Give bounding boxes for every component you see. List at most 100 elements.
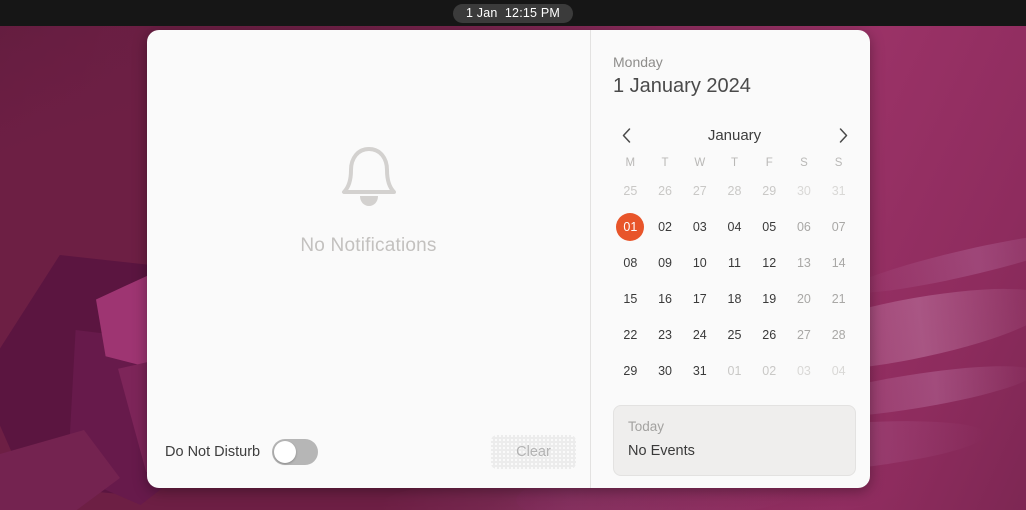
day-label: 19 — [762, 291, 777, 306]
day-cell[interactable]: 03 — [682, 209, 717, 245]
notifications-column: No Notifications Do Not Disturb Clear — [147, 30, 590, 488]
day-cell[interactable]: 15 — [613, 281, 648, 317]
weekday-header: T — [661, 156, 669, 169]
notifications-footer: Do Not Disturb Clear — [147, 416, 590, 488]
day-label: 22 — [623, 327, 638, 342]
day-label: 01 — [727, 363, 742, 378]
weekday-header: M — [625, 156, 636, 169]
day-label: 04 — [727, 219, 742, 234]
day-label: 27 — [796, 327, 811, 342]
day-label: 26 — [658, 183, 673, 198]
day-cell[interactable]: 02 — [648, 209, 683, 245]
calendar-date-label: 1 January 2024 — [613, 74, 751, 97]
day-cell[interactable]: 11 — [717, 245, 752, 281]
day-cell[interactable]: 07 — [821, 209, 856, 245]
day-label: 15 — [623, 291, 638, 306]
day-cell[interactable]: 16 — [648, 281, 683, 317]
day-label: 29 — [762, 183, 777, 198]
day-label: 16 — [658, 291, 673, 306]
day-cell[interactable]: 09 — [648, 245, 683, 281]
day-cell[interactable]: 26 — [752, 317, 787, 353]
weekday-header-row: MTWTFSS — [613, 157, 856, 169]
day-label: 31 — [831, 183, 846, 198]
day-cell[interactable]: 26 — [648, 173, 683, 209]
day-cell[interactable]: 21 — [821, 281, 856, 317]
day-label: 24 — [692, 327, 707, 342]
day-label: 03 — [692, 219, 707, 234]
weekday-header: F — [765, 156, 773, 169]
day-cell[interactable]: 20 — [787, 281, 822, 317]
day-label: 29 — [623, 363, 638, 378]
day-cell[interactable]: 29 — [752, 173, 787, 209]
day-cell[interactable]: 02 — [752, 353, 787, 389]
weekday-header: S — [800, 156, 808, 169]
day-cell[interactable]: 12 — [752, 245, 787, 281]
day-cell[interactable]: 27 — [787, 317, 822, 353]
day-cell[interactable]: 08 — [613, 245, 648, 281]
weekday-header: T — [730, 156, 738, 169]
day-cell[interactable]: 30 — [648, 353, 683, 389]
day-cell[interactable]: 31 — [821, 173, 856, 209]
clock-button[interactable]: 1 Jan 12:15 PM — [452, 3, 574, 23]
calendar-column: Monday 1 January 2024 January M T W T F S S 25… — [591, 30, 870, 488]
day-cell[interactable]: 19 — [752, 281, 787, 317]
events-title: Today — [628, 418, 665, 434]
day-label: 30 — [796, 183, 811, 198]
day-cell[interactable]: 31 — [682, 353, 717, 389]
day-cell[interactable]: 04 — [717, 209, 752, 245]
day-label: 04 — [831, 363, 846, 378]
day-cell[interactable]: 25 — [613, 173, 648, 209]
day-label: 02 — [658, 219, 673, 234]
day-cell[interactable]: 03 — [787, 353, 822, 389]
day-cell[interactable]: 14 — [821, 245, 856, 281]
day-label: 18 — [727, 291, 742, 306]
day-cell[interactable]: 28 — [821, 317, 856, 353]
events-panel[interactable]: Today No Events — [613, 404, 856, 477]
weekday-header: W — [694, 156, 706, 169]
day-label: 28 — [831, 327, 846, 342]
day-cell[interactable]: 04 — [821, 353, 856, 389]
do-not-disturb-label: Do Not Disturb — [165, 444, 261, 460]
day-label: 06 — [796, 219, 811, 234]
day-label: 03 — [796, 363, 811, 378]
day-cell[interactable]: 27 — [682, 173, 717, 209]
chevron-right-icon[interactable] — [830, 123, 856, 149]
day-label: 07 — [831, 219, 846, 234]
day-cell[interactable]: 24 — [682, 317, 717, 353]
no-notifications-label: No Notifications — [300, 234, 437, 256]
day-cell[interactable]: 06 — [787, 209, 822, 245]
day-cell[interactable]: 28 — [717, 173, 752, 209]
chevron-left-icon[interactable] — [613, 123, 639, 149]
day-cell[interactable]: 25 — [717, 317, 752, 353]
day-label: 11 — [727, 255, 741, 270]
day-cell[interactable]: 29 — [613, 353, 648, 389]
bell-icon — [338, 144, 400, 215]
day-label: 13 — [796, 255, 811, 270]
day-label: 25 — [727, 327, 742, 342]
day-label: 21 — [831, 291, 846, 306]
day-cell[interactable]: 01 — [717, 353, 752, 389]
month-navigation: January — [613, 123, 856, 149]
day-cell[interactable]: 17 — [682, 281, 717, 317]
day-label: 17 — [692, 291, 707, 306]
day-cell[interactable]: 22 — [613, 317, 648, 353]
day-label: 25 — [623, 183, 638, 198]
day-grid: 25 26 27 28 29 30 31 01 02 03 04 05 06 07 08 09 10 11 12 13… — [613, 173, 856, 389]
day-cell[interactable]: 05 — [752, 209, 787, 245]
calendar-weekday-label: Monday — [613, 54, 663, 70]
day-label: 26 — [762, 327, 777, 342]
do-not-disturb-toggle[interactable] — [272, 439, 319, 465]
day-label: 30 — [658, 363, 673, 378]
day-label: 23 — [658, 327, 673, 342]
day-cell[interactable]: 23 — [648, 317, 683, 353]
clear-button[interactable]: Clear — [491, 435, 576, 469]
day-cell[interactable]: 18 — [717, 281, 752, 317]
day-cell[interactable]: 30 — [787, 173, 822, 209]
day-cell-today[interactable]: 01 — [613, 209, 648, 245]
day-cell[interactable]: 10 — [682, 245, 717, 281]
day-label: 10 — [692, 255, 707, 270]
day-cell[interactable]: 13 — [787, 245, 822, 281]
day-label: 08 — [623, 255, 638, 270]
calendar-notification-popup: No Notifications Do Not Disturb Clear Mo… — [147, 30, 870, 488]
day-label: 27 — [692, 183, 707, 198]
